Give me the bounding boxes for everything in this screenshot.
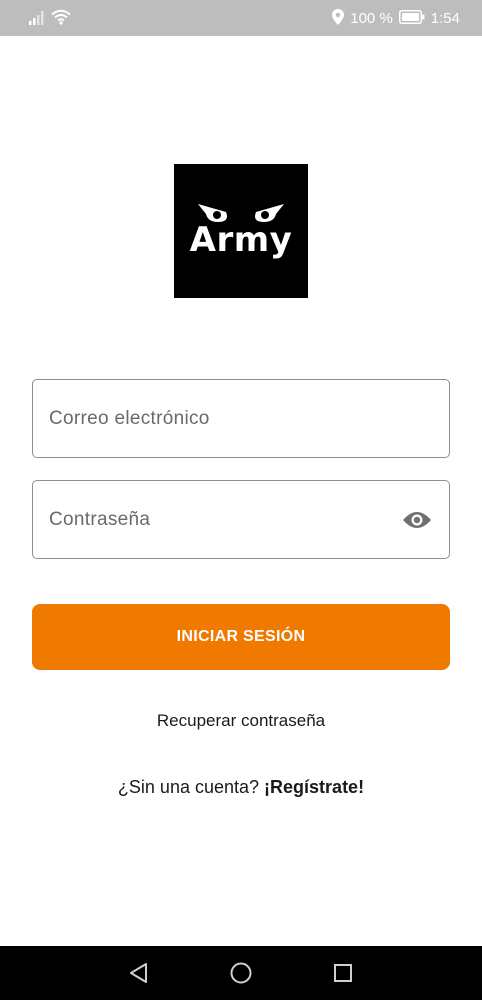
email-input[interactable] xyxy=(33,380,449,457)
status-right-icons: 100 % 1:54 xyxy=(332,9,460,29)
signal-icon xyxy=(29,11,45,29)
wifi-icon xyxy=(51,9,71,29)
signup-link[interactable]: ¡Regístrate! xyxy=(264,777,364,797)
navigation-bar xyxy=(0,946,482,1000)
app-logo: Army xyxy=(174,164,308,298)
signup-line: ¿Sin una cuenta? ¡Regístrate! xyxy=(0,775,482,799)
recover-password-link[interactable]: Recuperar contraseña xyxy=(0,710,482,732)
battery-percent: 100 % xyxy=(350,10,393,27)
eye-icon[interactable] xyxy=(401,508,433,532)
signup-prompt: ¿Sin una cuenta? xyxy=(117,777,260,797)
status-left-icons xyxy=(29,9,71,29)
battery-icon xyxy=(398,10,425,28)
recent-apps-icon[interactable] xyxy=(329,959,357,987)
email-field-container xyxy=(32,379,450,458)
logo-text: Army xyxy=(189,220,293,260)
home-icon[interactable] xyxy=(227,959,255,987)
location-icon xyxy=(332,9,345,29)
login-button[interactable]: INICIAR SESIÓN xyxy=(32,604,450,670)
password-input[interactable] xyxy=(33,481,449,558)
status-bar: 100 % 1:54 xyxy=(0,0,482,36)
clock: 1:54 xyxy=(430,10,460,27)
back-icon[interactable] xyxy=(125,959,153,987)
login-screen: 100 % 1:54 Army Correo electrónico INICI… xyxy=(0,0,482,1000)
password-field-container xyxy=(32,480,450,559)
